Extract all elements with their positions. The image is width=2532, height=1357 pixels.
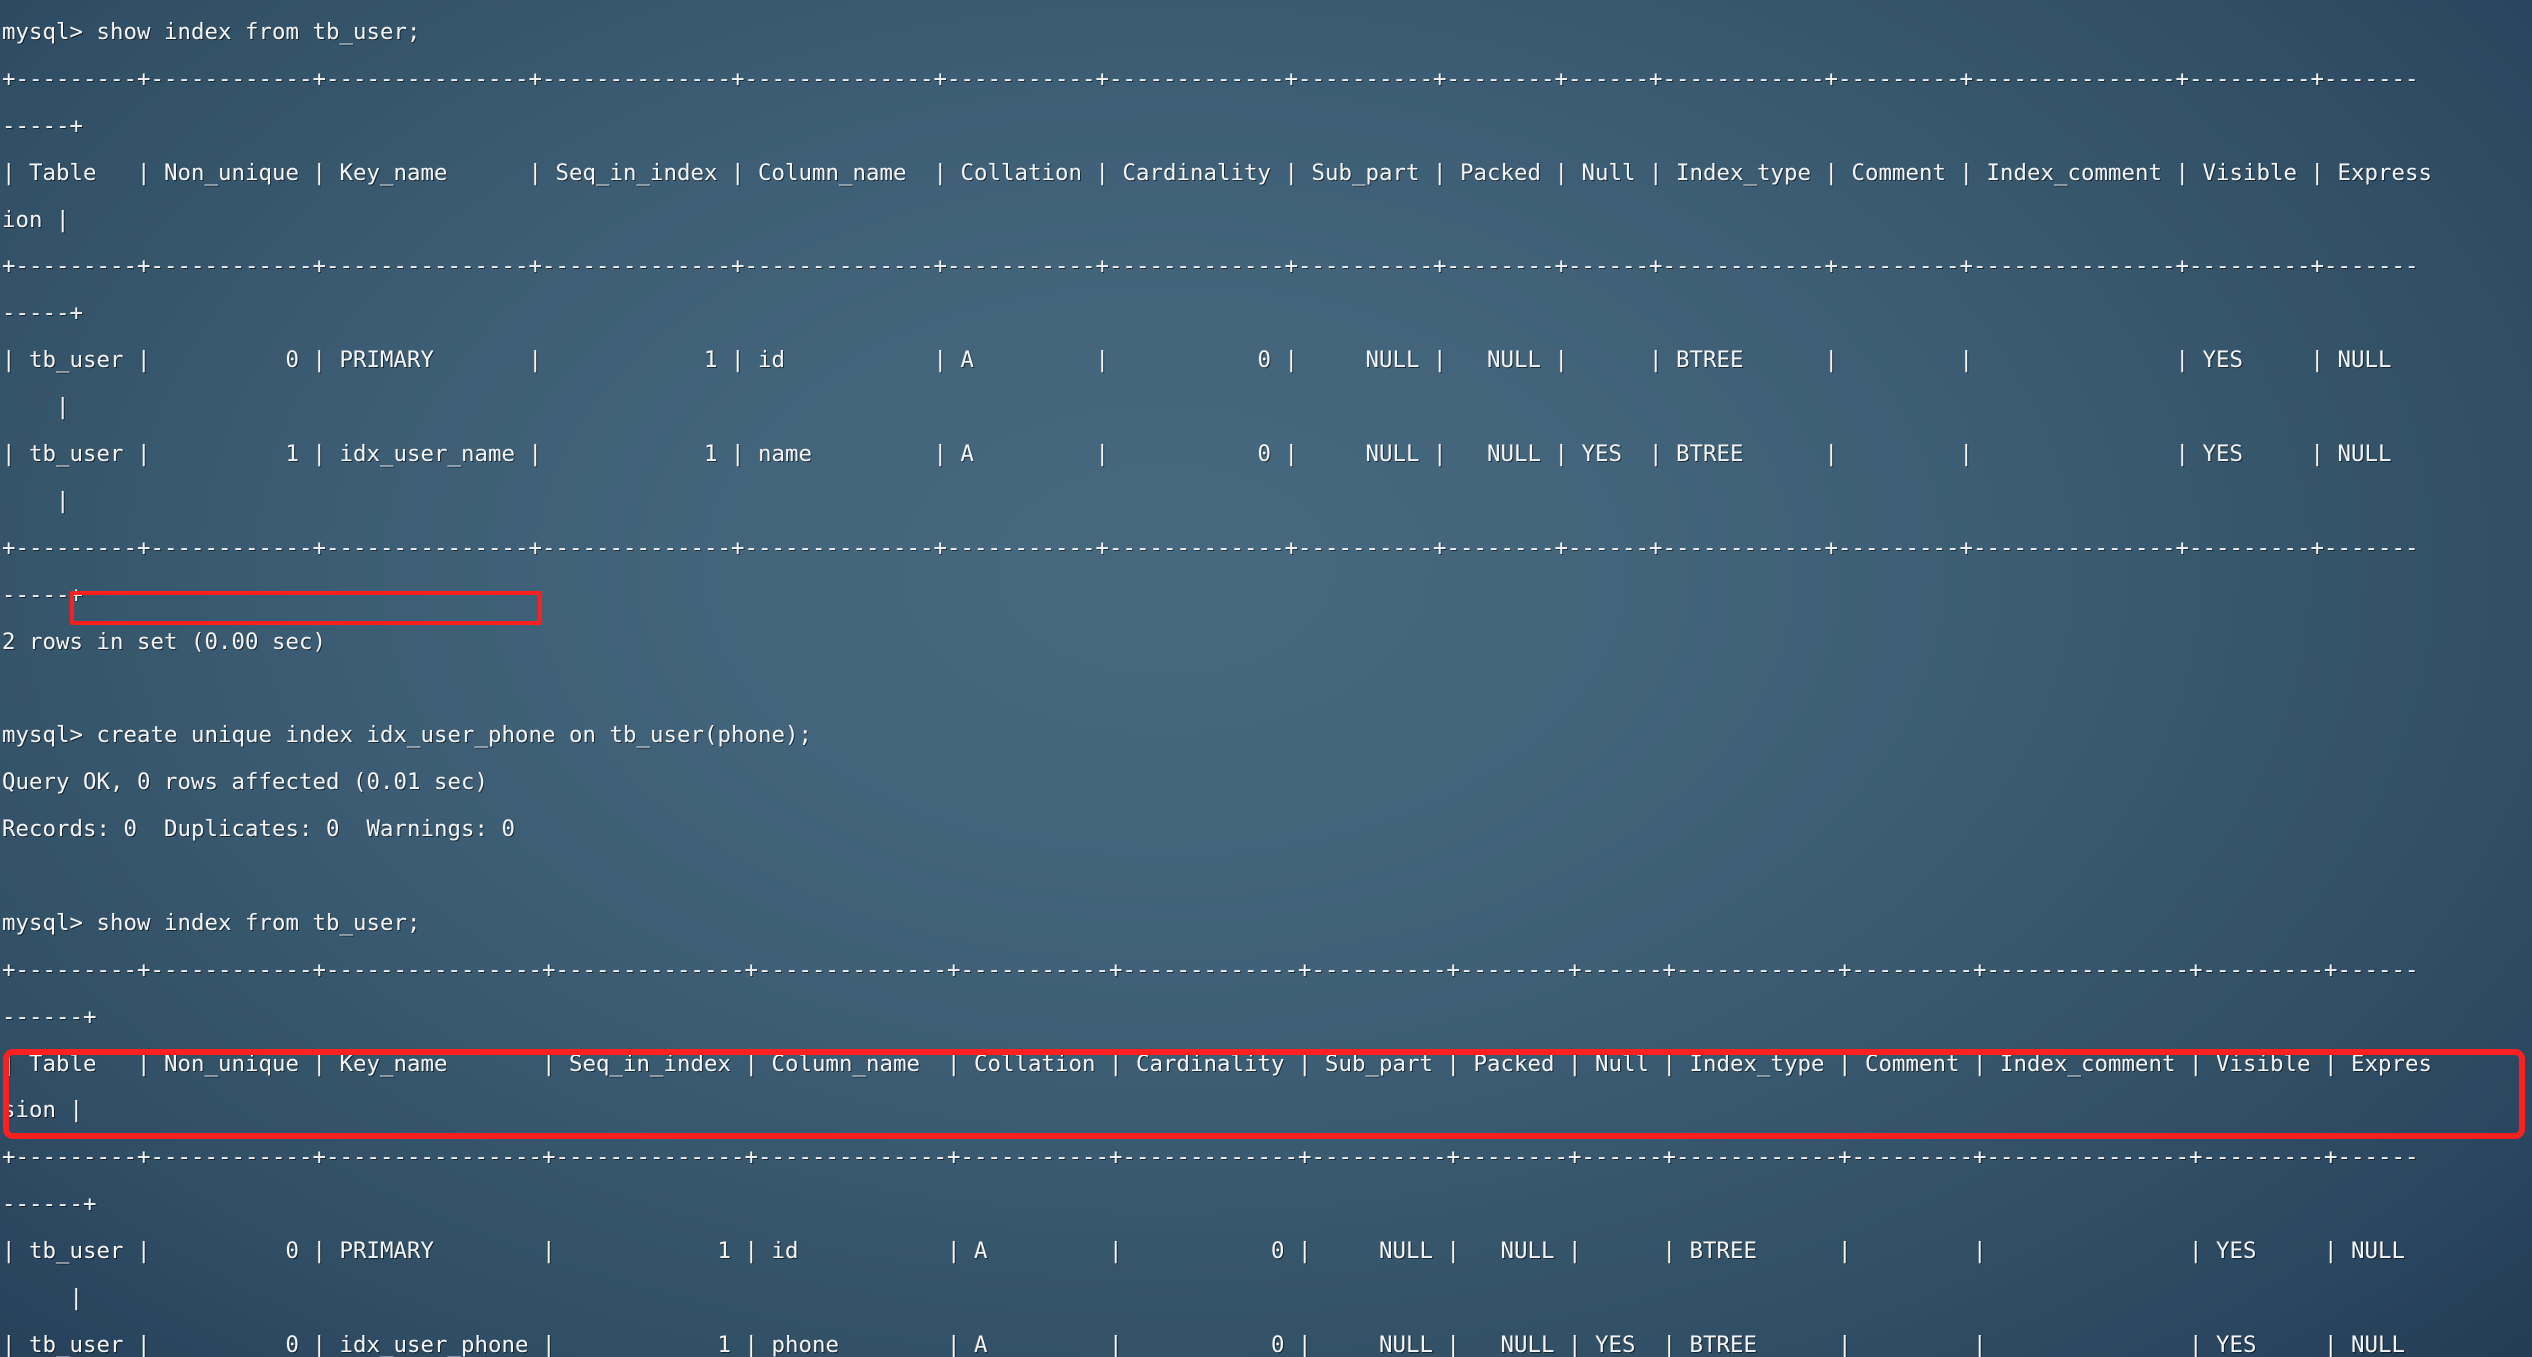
terminal-window[interactable]: mysql> show index from tb_user; +-------… [0, 0, 2532, 1357]
command-show-index-2: mysql> show index from tb_user; [2, 909, 421, 936]
command-create-index: mysql> create unique index idx_user_phon… [2, 722, 813, 749]
terminal-screen: mysql> show index from tb_user; +-------… [0, 0, 2532, 1357]
table1-separator-top-b: -----+ [2, 112, 84, 139]
table-row-wrap: | [2, 487, 70, 514]
table-row-idx-user-phone: | tb_user | 0 | idx_user_phone | 1 | pho… [2, 1331, 2433, 1357]
table1-separator-bottom-b: -----+ [2, 581, 84, 608]
table1-row-count: 2 rows in set (0.00 sec) [2, 628, 327, 655]
command-show-index-1: mysql> show index from tb_user; [2, 19, 421, 45]
create-index-records: Records: 0 Duplicates: 0 Warnings: 0 [2, 816, 516, 843]
table-row-wrap: | [2, 394, 70, 421]
table1-separator-top-a: +---------+------------+---------------+… [2, 65, 2419, 92]
table-row: | tb_user | 0 | PRIMARY | 1 | id | A | 0… [2, 347, 2433, 374]
table2-header-b: sion | [2, 1097, 84, 1124]
table1-separator-mid-b: -----+ [2, 300, 84, 327]
table2-separator-mid-a: +---------+------------+----------------… [2, 1144, 2419, 1171]
table2-separator-top-a: +---------+------------+----------------… [2, 956, 2419, 983]
table2-separator-mid-b: ------+ [2, 1191, 97, 1218]
table1-separator-mid-a: +---------+------------+---------------+… [2, 253, 2419, 280]
create-index-query-ok: Query OK, 0 rows affected (0.01 sec) [2, 769, 489, 796]
table2-separator-top-b: ------+ [2, 1003, 97, 1030]
table1-header-b: ion | [2, 206, 70, 233]
table1-header-a: | Table | Non_unique | Key_name | Seq_in… [2, 159, 2433, 186]
table2-header-a: | Table | Non_unique | Key_name | Seq_in… [2, 1050, 2433, 1077]
table-row: | tb_user | 0 | PRIMARY | 1 | id | A | 0… [2, 1238, 2433, 1265]
table1-separator-bottom-a: +---------+------------+---------------+… [2, 534, 2419, 561]
table-row: | tb_user | 1 | idx_user_name | 1 | name… [2, 441, 2433, 468]
table-row-wrap: | [2, 1285, 84, 1312]
